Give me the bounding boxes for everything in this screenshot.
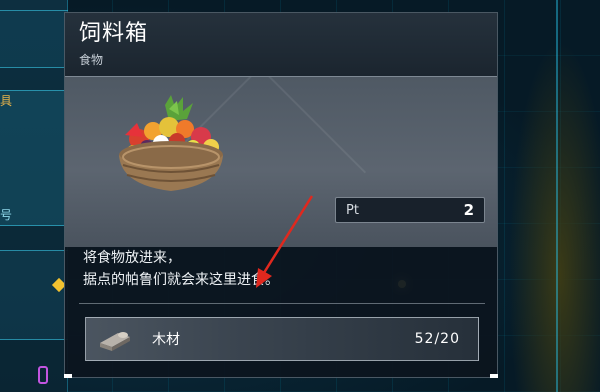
left-menu-panel: 具 号	[0, 0, 68, 392]
section-divider	[79, 303, 485, 304]
left-menu-slot[interactable]	[0, 10, 68, 68]
item-description: 将食物放进来， 据点的帕鲁们就会来这里进食。	[65, 247, 499, 291]
material-name: 木材	[152, 332, 180, 348]
item-detail-card: 饲料箱 食物 Pt 2 将食物放进来， 据点的帕鲁们就会来这里进食。 木材 52…	[64, 12, 498, 378]
left-menu-glyph: 号	[0, 208, 13, 222]
item-category: 食物	[79, 53, 104, 67]
left-menu-slot[interactable]	[0, 250, 68, 340]
description-line: 据点的帕鲁们就会来这里进食。	[83, 272, 279, 288]
item-title: 饲料箱	[79, 21, 149, 46]
feed-box-basket-icon	[119, 95, 223, 191]
left-menu-glyph: 具	[0, 94, 13, 108]
purple-indicator-icon	[38, 366, 48, 384]
description-line: 将食物放进来，	[83, 250, 181, 266]
wood-icon	[100, 332, 130, 351]
card-header: 饲料箱 食物	[65, 13, 497, 77]
card-corner-mark	[490, 374, 498, 378]
right-background	[500, 0, 600, 392]
pt-badge: Pt 2	[335, 197, 485, 223]
pt-label: Pt	[346, 202, 359, 218]
pt-value: 2	[463, 201, 474, 219]
card-corner-mark	[64, 374, 72, 378]
material-row-wood[interactable]: 木材 52/20	[85, 317, 479, 361]
right-frame-line	[556, 0, 558, 392]
material-count: 52/20	[414, 331, 460, 347]
